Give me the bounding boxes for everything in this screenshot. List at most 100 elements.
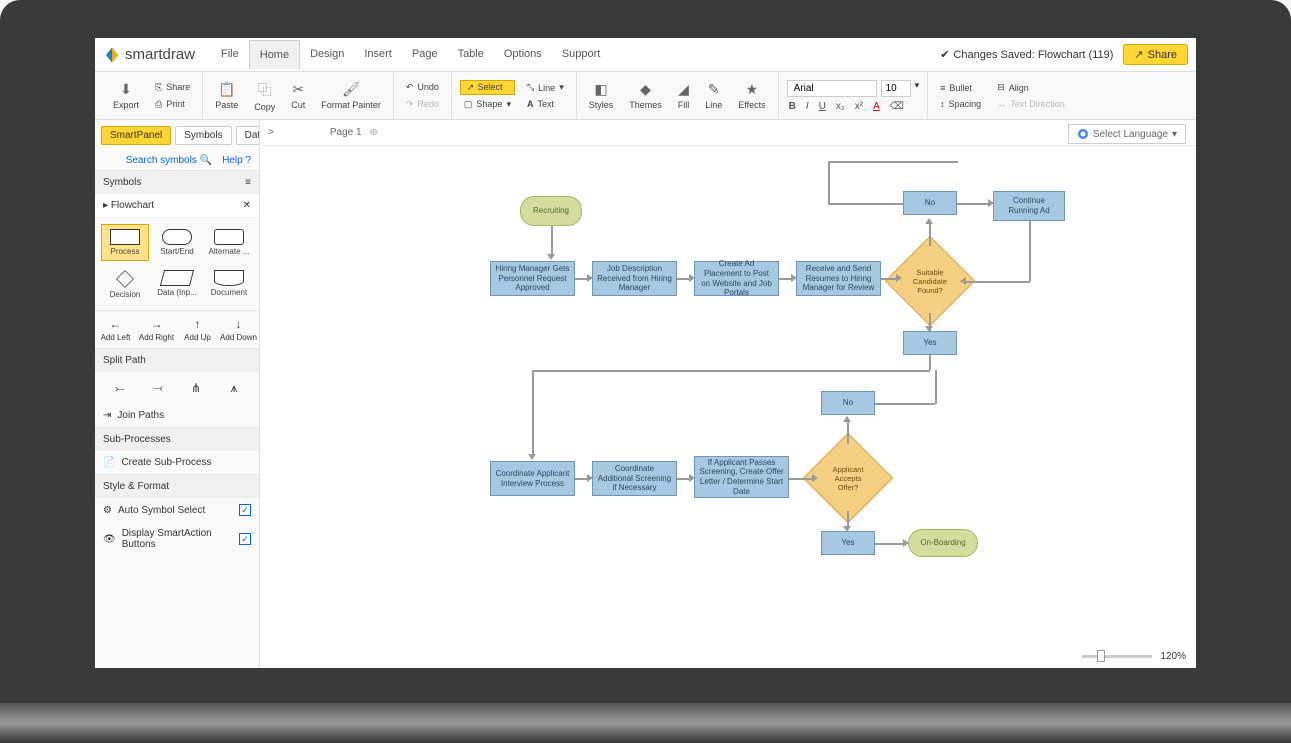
split-right-button[interactable]: ⤙ <box>146 378 170 398</box>
symbol-document[interactable]: Document <box>205 265 253 304</box>
select-mode[interactable]: ➚Select <box>460 80 515 95</box>
save-status: ✔ Changes Saved: Flowchart (119) <box>940 48 1113 61</box>
line-mode[interactable]: ⤡Line▾ <box>523 80 568 95</box>
bold-button[interactable]: B <box>787 101 798 112</box>
print-button[interactable]: ⎙Print <box>151 97 194 112</box>
node-r2c2[interactable]: Coordinate Additional Screening if Neces… <box>592 461 677 496</box>
undo-button[interactable]: ↶Undo <box>402 80 443 95</box>
text-direction-button[interactable]: ↔Text Direction <box>993 97 1069 111</box>
shape-mode[interactable]: ▢Shape▾ <box>460 97 515 112</box>
tab-smartpanel[interactable]: SmartPanel <box>101 126 171 145</box>
symbol-decision[interactable]: Decision <box>101 265 149 304</box>
zoom-slider[interactable] <box>1082 655 1152 658</box>
symbol-startend[interactable]: Start/End <box>153 224 201 261</box>
node-no2[interactable]: No <box>821 391 875 415</box>
page-tab-1[interactable]: Page 1 <box>330 127 362 138</box>
symbol-process[interactable]: Process <box>101 224 149 261</box>
clear-format-button[interactable]: ⌫ <box>888 101 906 112</box>
node-d1[interactable]: Suitable Candidate Found? <box>898 249 962 313</box>
tab-symbols[interactable]: Symbols <box>175 126 231 145</box>
copy-button[interactable]: ⿻Copy <box>250 78 279 114</box>
auto-symbol-item[interactable]: ⚙Auto Symbol Select✓ <box>95 498 259 522</box>
fill-button[interactable]: ◢Fill <box>674 79 694 112</box>
add-right-button[interactable]: →Add Right <box>136 311 177 348</box>
flowchart-canvas[interactable]: Recruiting Hiring Manager Gets Personnel… <box>260 146 1196 668</box>
node-r1c3[interactable]: Create Ad Placement to Post on Website a… <box>694 261 779 296</box>
paste-button[interactable]: 📋Paste <box>211 79 242 112</box>
share-button[interactable]: ↗ Share <box>1123 44 1188 65</box>
node-r2c1[interactable]: Coordinate Applicant Interview Process <box>490 461 575 496</box>
share-tool[interactable]: ⎘Share <box>151 80 194 95</box>
language-selector[interactable]: Select Language▾ <box>1068 124 1186 144</box>
themes-button[interactable]: ◆Themes <box>625 79 666 112</box>
smartaction-item[interactable]: 👁Display SmartAction Buttons✓ <box>95 522 259 556</box>
text-mode[interactable]: AText <box>523 97 568 111</box>
close-icon[interactable]: ✕ <box>243 200 251 211</box>
node-no1[interactable]: No <box>903 191 957 215</box>
themes-icon: ◆ <box>640 81 651 98</box>
node-yes1[interactable]: Yes <box>903 331 957 355</box>
menu-page[interactable]: Page <box>402 40 448 69</box>
checkbox-checked-icon[interactable]: ✓ <box>239 533 251 545</box>
search-symbols-link[interactable]: Search symbols 🔍 <box>126 155 212 166</box>
node-recruiting[interactable]: Recruiting <box>520 196 582 226</box>
paste-icon: 📋 <box>218 81 235 98</box>
font-color-button[interactable]: A <box>871 101 882 112</box>
arrow-icon <box>689 274 695 282</box>
split-down-button[interactable]: ⩚ <box>222 378 246 398</box>
subscript-button[interactable]: x₂ <box>834 101 847 112</box>
font-select[interactable] <box>787 80 877 97</box>
add-up-button[interactable]: ↑Add Up <box>177 311 218 348</box>
menu-icon[interactable]: ≡ <box>245 177 251 188</box>
export-button[interactable]: ⬇Export <box>109 79 143 112</box>
node-r1c4[interactable]: Receive and Send Resumes to Hiring Manag… <box>796 261 881 296</box>
italic-button[interactable]: I <box>804 101 811 112</box>
node-onboarding[interactable]: On-Boarding <box>908 529 978 557</box>
split-up-button[interactable]: ⋔ <box>184 378 208 398</box>
menu-options[interactable]: Options <box>494 40 552 69</box>
align-button[interactable]: ⊟Align <box>993 80 1069 95</box>
format-painter-button[interactable]: 🖌Format Painter <box>317 79 385 112</box>
connector <box>532 370 930 372</box>
node-yes2[interactable]: Yes <box>821 531 875 555</box>
export-icon: ⬇ <box>120 81 132 98</box>
tab-nav-prev[interactable]: > <box>268 127 274 138</box>
arrow-icon <box>843 526 851 532</box>
create-subprocess-item[interactable]: 📄Create Sub-Process <box>95 451 259 474</box>
help-link[interactable]: Help ? <box>222 155 251 166</box>
symbol-data[interactable]: Data (Inp... <box>153 265 201 304</box>
redo-button[interactable]: ↷Redo <box>402 97 443 112</box>
font-size-select[interactable] <box>881 80 911 97</box>
join-paths-item[interactable]: ⇥Join Paths <box>95 404 259 427</box>
spacing-button[interactable]: ↕Spacing <box>936 97 985 111</box>
underline-button[interactable]: U <box>817 101 828 112</box>
superscript-button[interactable]: x² <box>853 101 865 112</box>
node-d2[interactable]: Applicant Accepts Offer? <box>816 446 880 510</box>
menu-insert[interactable]: Insert <box>354 40 402 69</box>
menu-support[interactable]: Support <box>552 40 611 69</box>
tab-data[interactable]: Data <box>236 126 260 145</box>
symbols-subheader[interactable]: ▸ Flowchart✕ <box>95 194 259 218</box>
symbol-alternate[interactable]: Alternate ... <box>205 224 253 261</box>
arrow-icon <box>812 474 818 482</box>
menu-home[interactable]: Home <box>249 40 300 69</box>
direction-icon: ↔ <box>997 99 1006 109</box>
effects-button[interactable]: ★Effects <box>734 79 769 112</box>
split-left-button[interactable]: ⤚ <box>108 378 132 398</box>
node-r2c3[interactable]: If Applicant Passes Screening, Create Of… <box>694 456 789 498</box>
cut-button[interactable]: ✂Cut <box>287 79 309 112</box>
add-down-button[interactable]: ↓Add Down <box>218 311 259 348</box>
menu-design[interactable]: Design <box>300 40 354 69</box>
line-style-button[interactable]: ✎Line <box>701 79 726 112</box>
node-contad[interactable]: Continue Running Ad <box>993 191 1065 221</box>
node-r1c1[interactable]: Hiring Manager Gets Personnel Request Ap… <box>490 261 575 296</box>
add-left-button[interactable]: ←Add Left <box>95 311 136 348</box>
node-r1c2[interactable]: Job Description Received from Hiring Man… <box>592 261 677 296</box>
brand-text: smartdraw <box>125 46 195 63</box>
checkbox-checked-icon[interactable]: ✓ <box>239 504 251 516</box>
add-page-button[interactable]: ⊕ <box>370 127 378 138</box>
menu-file[interactable]: File <box>211 40 249 69</box>
bullet-button[interactable]: ≡Bullet <box>936 81 985 95</box>
menu-table[interactable]: Table <box>448 40 494 69</box>
styles-button[interactable]: ◧Styles <box>585 79 618 112</box>
